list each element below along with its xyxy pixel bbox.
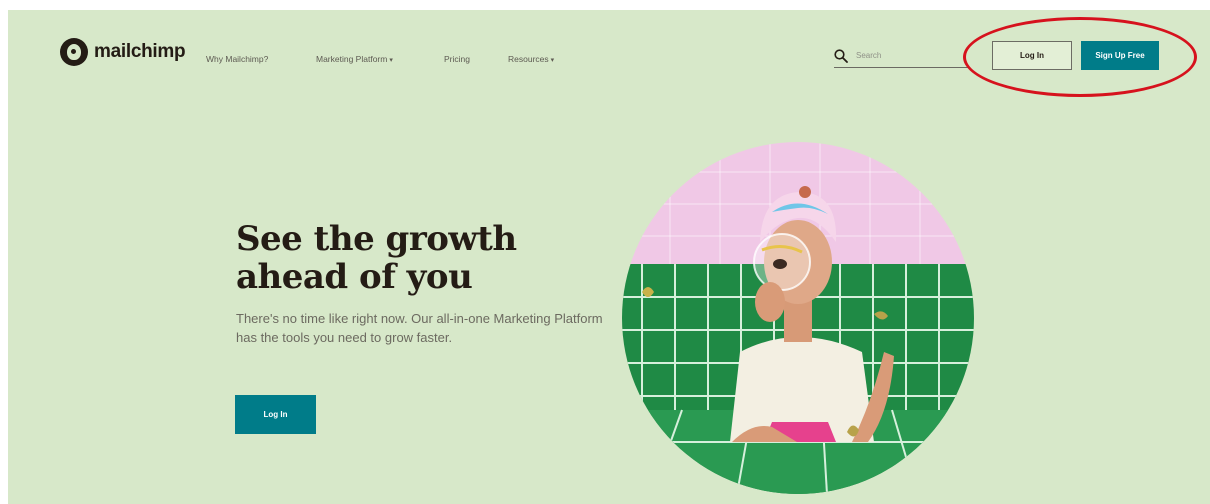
search-icon[interactable] <box>834 48 848 63</box>
brand-name: mailchimp <box>94 41 186 62</box>
nav-marketing-platform-label: Marketing Platform <box>316 54 388 64</box>
mailchimp-logo-icon <box>60 38 88 66</box>
page: mailchimp Why Mailchimp? Marketing Platf… <box>8 10 1210 504</box>
nav-why-mailchimp-label: Why Mailchimp? <box>206 54 269 64</box>
chevron-down-icon: ▾ <box>389 57 393 64</box>
nav-resources-label: Resources <box>508 54 549 64</box>
search-input[interactable] <box>856 51 956 60</box>
nav-why-mailchimp[interactable]: Why Mailchimp? <box>206 54 268 64</box>
hero-description: There's no time like right now. Our all-… <box>236 311 603 345</box>
hero-login-button[interactable]: Log In <box>235 395 316 434</box>
nav-pricing[interactable]: Pricing <box>444 54 470 64</box>
nav-resources[interactable]: Resources ▾ <box>508 54 554 64</box>
red-annotation-circle <box>963 17 1197 97</box>
hero-image <box>622 142 974 494</box>
chevron-down-icon: ▾ <box>550 57 555 64</box>
search-bar <box>834 44 968 68</box>
nav-marketing-platform[interactable]: Marketing Platform ▾ <box>316 54 393 64</box>
mailchimp-logo[interactable]: mailchimp <box>60 38 186 66</box>
hero-title: See the growth ahead of you <box>236 219 517 297</box>
nav-pricing-label: Pricing <box>444 54 470 64</box>
